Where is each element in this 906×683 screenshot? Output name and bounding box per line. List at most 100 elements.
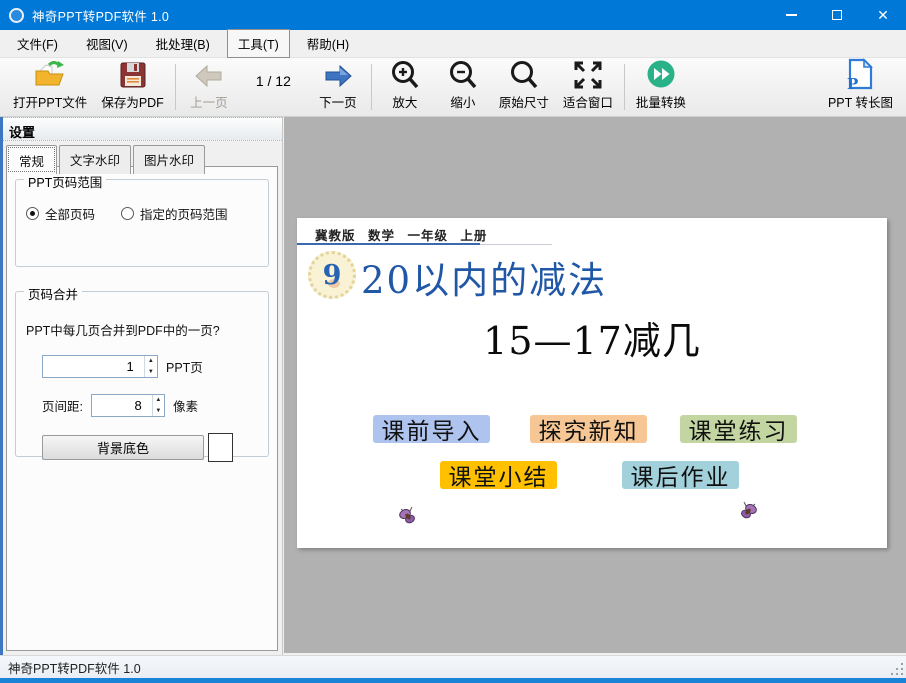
prev-page-label: 上一页 bbox=[190, 92, 228, 111]
page-range-group-title: PPT页码范围 bbox=[24, 172, 106, 191]
open-folder-icon bbox=[33, 58, 67, 90]
original-size-label: 原始尺寸 bbox=[499, 92, 549, 111]
ppt-long-image-glyph: P bbox=[847, 75, 858, 93]
spacing-input[interactable] bbox=[92, 395, 152, 416]
batch-convert-label: 批量转换 bbox=[636, 92, 686, 111]
spinner-down-icon[interactable]: ▼ bbox=[153, 406, 164, 417]
slide-nav-explore: 探究新知 bbox=[530, 415, 647, 443]
radio-specified-pages-row[interactable]: 指定的页码范围 bbox=[121, 204, 228, 223]
zoom-in-button[interactable]: 放大 bbox=[376, 58, 434, 116]
slide-title: 20以内的减法 bbox=[361, 250, 607, 304]
ppt-to-long-image-button[interactable]: P PPT 转长图 bbox=[821, 58, 900, 116]
window-bottom-edge bbox=[0, 678, 906, 683]
slide-nav-homework: 课后作业 bbox=[622, 461, 739, 489]
toolbar: 打开PPT文件 保存为PDF 上一页 1 / 12 bbox=[0, 58, 906, 117]
pages-unit-label: PPT页 bbox=[166, 357, 203, 376]
maximize-button[interactable] bbox=[814, 0, 860, 30]
spacing-label: 页间距: bbox=[42, 396, 83, 415]
save-pdf-button[interactable]: 保存为PDF bbox=[94, 58, 171, 116]
title-bar: 神奇PPT转PDF软件 1.0 ✕ bbox=[0, 0, 906, 30]
butterfly-icon bbox=[737, 500, 759, 525]
chapter-badge: 9 bbox=[308, 251, 356, 299]
close-icon: ✕ bbox=[877, 8, 889, 22]
merge-group-title: 页码合并 bbox=[24, 284, 82, 303]
zoom-out-button[interactable]: 缩小 bbox=[434, 58, 492, 116]
spacing-unit-label: 像素 bbox=[173, 396, 198, 415]
page-indicator: 1 / 12 bbox=[238, 58, 309, 116]
next-page-button[interactable]: 下一页 bbox=[309, 58, 367, 116]
page-range-group: PPT页码范围 全部页码 指定的页码范围 bbox=[15, 179, 269, 267]
save-pdf-label: 保存为PDF bbox=[101, 92, 164, 111]
toolbar-separator bbox=[371, 64, 372, 110]
settings-panel-header: 设置 bbox=[3, 117, 282, 141]
menu-bar: 文件(F) 视图(V) 批处理(B) 工具(T) 帮助(H) bbox=[0, 30, 906, 58]
fit-window-label: 适合窗口 bbox=[563, 92, 613, 111]
zoom-out-icon bbox=[448, 60, 478, 90]
status-bar: 神奇PPT转PDF软件 1.0 bbox=[0, 655, 906, 678]
batch-convert-button[interactable]: 批量转换 bbox=[629, 58, 693, 116]
settings-panel: 设置 常规 文字水印 图片水印 PPT页码范围 全部页码 指定的页码范围 页码合… bbox=[0, 117, 283, 655]
open-ppt-label: 打开PPT文件 bbox=[13, 92, 87, 111]
spacing-arrows[interactable]: ▲ ▼ bbox=[152, 395, 164, 416]
butterfly-icon bbox=[397, 505, 419, 530]
chapter-badge-number: 9 bbox=[323, 260, 342, 291]
toolbar-spacer bbox=[693, 58, 821, 116]
tab-image-watermark[interactable]: 图片水印 bbox=[133, 145, 205, 174]
window-title: 神奇PPT转PDF软件 1.0 bbox=[32, 6, 169, 25]
spinner-up-icon[interactable]: ▲ bbox=[145, 356, 157, 367]
zoom-in-label: 放大 bbox=[392, 92, 417, 111]
slide-header-underline-light bbox=[480, 244, 552, 245]
slide-preview: 冀教版 数学 一年级 上册 9 20以内的减法 15—17减几 课前导入 探究新… bbox=[297, 218, 887, 548]
slide-nav-intro: 课前导入 bbox=[373, 415, 490, 443]
open-ppt-button[interactable]: 打开PPT文件 bbox=[6, 58, 94, 116]
menu-file[interactable]: 文件(F) bbox=[6, 29, 69, 58]
next-arrow-icon bbox=[323, 62, 353, 90]
original-size-button[interactable]: 原始尺寸 bbox=[492, 58, 556, 116]
minimize-button[interactable] bbox=[768, 0, 814, 30]
maximize-icon bbox=[832, 10, 842, 20]
slide-nav-summary: 课堂小结 bbox=[440, 461, 557, 489]
slide-subtitle: 15—17减几 bbox=[297, 310, 887, 365]
slide-header-underline bbox=[297, 243, 480, 245]
spacing-spinner[interactable]: ▲ ▼ bbox=[91, 394, 165, 417]
radio-all-pages-row[interactable]: 全部页码 bbox=[26, 204, 95, 223]
merge-group: 页码合并 PPT中每几页合并到PDF中的一页? ▲ ▼ PPT页 页间距: bbox=[15, 291, 269, 457]
resize-grip[interactable] bbox=[890, 662, 903, 675]
menu-help[interactable]: 帮助(H) bbox=[296, 29, 360, 58]
app-icon bbox=[9, 8, 24, 23]
tab-general[interactable]: 常规 bbox=[6, 145, 57, 174]
close-button[interactable]: ✕ bbox=[860, 0, 906, 30]
spinner-down-icon[interactable]: ▼ bbox=[145, 367, 157, 378]
tab-page-general: PPT页码范围 全部页码 指定的页码范围 页码合并 PPT中每几页合并到PDF中… bbox=[6, 166, 278, 651]
slide-header-text: 冀教版 数学 一年级 上册 bbox=[315, 225, 487, 244]
merge-question-label: PPT中每几页合并到PDF中的一页? bbox=[26, 320, 258, 339]
zoom-in-icon bbox=[390, 60, 420, 90]
batch-convert-icon bbox=[645, 58, 677, 90]
spinner-up-icon[interactable]: ▲ bbox=[153, 395, 164, 406]
status-text: 神奇PPT转PDF软件 1.0 bbox=[8, 658, 141, 677]
preview-area[interactable]: 冀教版 数学 一年级 上册 9 20以内的减法 15—17减几 课前导入 探究新… bbox=[284, 117, 906, 653]
prev-page-button: 上一页 bbox=[180, 58, 238, 116]
radio-specified-pages-label: 指定的页码范围 bbox=[140, 204, 228, 223]
pages-per-sheet-input[interactable] bbox=[43, 356, 144, 377]
menu-view[interactable]: 视图(V) bbox=[75, 29, 139, 58]
prev-arrow-icon bbox=[194, 62, 224, 90]
minimize-icon bbox=[786, 14, 797, 16]
window-controls: ✕ bbox=[768, 0, 906, 30]
pages-per-sheet-arrows[interactable]: ▲ ▼ bbox=[144, 356, 157, 377]
radio-specified-pages[interactable] bbox=[121, 207, 134, 220]
radio-all-pages[interactable] bbox=[26, 207, 39, 220]
tab-text-watermark[interactable]: 文字水印 bbox=[59, 145, 131, 174]
toolbar-separator bbox=[624, 64, 625, 110]
original-size-icon bbox=[509, 60, 539, 90]
slide-nav-practice: 课堂练习 bbox=[680, 415, 797, 443]
menu-batch[interactable]: 批处理(B) bbox=[145, 29, 221, 58]
menu-tools[interactable]: 工具(T) bbox=[227, 29, 290, 58]
radio-all-pages-label: 全部页码 bbox=[45, 204, 95, 223]
pages-per-sheet-spinner[interactable]: ▲ ▼ bbox=[42, 355, 158, 378]
next-page-label: 下一页 bbox=[319, 92, 357, 111]
background-color-button[interactable]: 背景底色 bbox=[42, 435, 204, 460]
toolbar-separator bbox=[175, 64, 176, 110]
background-color-swatch[interactable] bbox=[208, 433, 233, 462]
fit-window-button[interactable]: 适合窗口 bbox=[556, 58, 620, 116]
